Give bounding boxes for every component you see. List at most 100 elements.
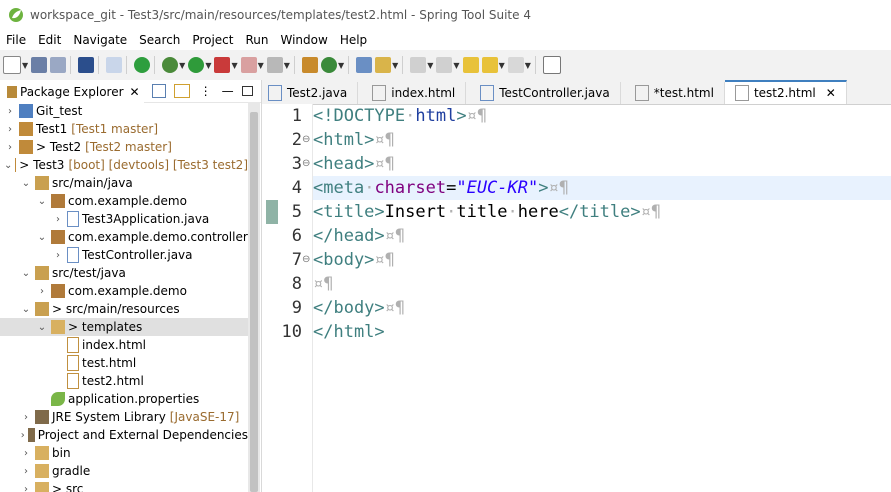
chevron-down-icon[interactable]: ⌄ [36, 322, 48, 333]
code-line-3[interactable]: <head> ¤¶ [313, 152, 891, 176]
menu-help[interactable]: Help [334, 33, 373, 47]
save-all-button[interactable] [50, 55, 67, 75]
search-button[interactable]: ▼ [375, 55, 398, 75]
close-icon[interactable]: ✕ [826, 86, 836, 100]
debug-button[interactable]: ▼ [162, 55, 185, 75]
tree-item-jre-library[interactable]: › JRE System Library [JavaSE-17] [0, 408, 248, 426]
chevron-right-icon[interactable]: › [4, 142, 16, 153]
run-external-button[interactable]: ▼ [214, 55, 238, 75]
tree-item-package[interactable]: ⌄ com.example.demo.controller [0, 228, 248, 246]
line-number: 10 [281, 322, 302, 342]
chevron-right-icon[interactable]: › [52, 250, 64, 261]
open-perspective-button[interactable] [542, 55, 561, 75]
boot-dashboard-button[interactable] [134, 55, 151, 75]
code-line-8[interactable]: ¤¶ [313, 272, 891, 296]
maximize-icon[interactable] [241, 86, 253, 96]
close-icon[interactable]: ✕ [130, 85, 140, 99]
chevron-right-icon[interactable]: › [52, 214, 64, 225]
scrollbar-thumb[interactable] [250, 112, 258, 492]
menu-search[interactable]: Search [133, 33, 186, 47]
code-line-9[interactable]: </body> ¤¶ [313, 296, 891, 320]
chevron-right-icon[interactable]: › [20, 484, 32, 492]
menu-run[interactable]: Run [239, 33, 274, 47]
chevron-right-icon[interactable]: › [4, 124, 16, 135]
new-java-project-button[interactable] [301, 55, 318, 75]
collapse-all-icon[interactable] [151, 84, 166, 98]
code-line-5[interactable]: <title> Insert · title · here </title> ¤¶ [313, 200, 891, 224]
stop-button[interactable]: ▼ [240, 55, 264, 75]
tree-item-src-main-resources[interactable]: ⌄ > src/main/resources [0, 300, 248, 318]
chevron-down-icon[interactable]: ⌄ [4, 160, 12, 171]
minimize-icon[interactable]: — [222, 84, 234, 98]
tree-item-src-test-java[interactable]: ⌄ src/test/java [0, 264, 248, 282]
new-class-button[interactable]: ▼ [320, 55, 344, 75]
chevron-right-icon[interactable]: › [20, 430, 25, 441]
back-button[interactable]: ▼ [481, 55, 505, 75]
chevron-down-icon[interactable]: ⌄ [36, 232, 48, 243]
tree-item-java-file[interactable]: › TestController.java [0, 246, 248, 264]
code-line-7[interactable]: <body> ¤¶ [313, 248, 891, 272]
tree-item-bin[interactable]: › bin [0, 444, 248, 462]
view-menu-icon[interactable]: ⋮ [200, 84, 212, 98]
tree-item-test3[interactable]: ⌄ > Test3 [boot] [devtools] [Test3 test2… [0, 156, 248, 174]
tree-item-html-file[interactable]: test.html [0, 354, 248, 372]
tree-item-dependencies[interactable]: › Project and External Dependencies [0, 426, 248, 444]
save-button[interactable] [31, 55, 48, 75]
menu-project[interactable]: Project [186, 33, 239, 47]
tab-test-html[interactable]: *test.html [621, 82, 725, 104]
last-edit-button[interactable] [462, 55, 479, 75]
tree-item-package[interactable]: › com.example.demo [0, 282, 248, 300]
tab-testcontroller-java[interactable]: TestController.java [466, 82, 621, 104]
forward-button[interactable]: ▼ [507, 55, 531, 75]
run-button[interactable]: ▼ [188, 55, 211, 75]
tree-item-templates[interactable]: ⌄ > templates [0, 318, 248, 336]
tree-item-package[interactable]: ⌄ com.example.demo [0, 192, 248, 210]
code-line-6[interactable]: </head> ¤¶ [313, 224, 891, 248]
code-line-1[interactable]: <!DOCTYPE · html > ¤¶ [313, 104, 891, 128]
code-editor[interactable]: <!DOCTYPE · html > ¤¶ <html> ¤¶ <head> ¤¶ <met… [313, 104, 891, 492]
chevron-right-icon[interactable]: › [36, 286, 48, 297]
fold-collapse-icon[interactable]: ⊖ [302, 254, 310, 265]
tab-test2-html[interactable]: test2.html ✕ [724, 80, 847, 104]
tree-item-git-test[interactable]: › Git_test [0, 102, 248, 120]
pin-button[interactable] [106, 55, 123, 75]
tab-test2-java[interactable]: Test2.java [262, 82, 359, 104]
explorer-scrollbar[interactable] [248, 102, 260, 492]
tab-index-html[interactable]: index.html [358, 82, 467, 104]
link-editor-icon[interactable] [173, 84, 190, 98]
terminal-button[interactable] [78, 55, 95, 75]
tree-item-properties-file[interactable]: application.properties [0, 390, 248, 408]
fold-collapse-icon[interactable]: ⊖ [302, 134, 310, 145]
chevron-right-icon[interactable]: › [20, 466, 32, 477]
menu-window[interactable]: Window [274, 33, 333, 47]
code-line-4[interactable]: <meta · charset = "EUC-KR" > ¤¶ [313, 176, 891, 200]
prev-annotation-button[interactable]: ▼ [436, 55, 460, 75]
tree-item-src-main-java[interactable]: ⌄ src/main/java [0, 174, 248, 192]
tree-item-html-file[interactable]: test2.html [0, 372, 248, 390]
tree-item-src[interactable]: › > src [0, 480, 248, 492]
chevron-down-icon[interactable]: ⌄ [36, 196, 48, 207]
menu-navigate[interactable]: Navigate [67, 33, 133, 47]
tree-item-java-file[interactable]: › Test3Application.java [0, 210, 248, 228]
menu-file[interactable]: File [0, 33, 32, 47]
tab-package-explorer[interactable]: Package Explorer ✕ [0, 80, 144, 103]
chevron-down-icon[interactable]: ⌄ [20, 304, 32, 315]
tree-item-html-file[interactable]: index.html [0, 336, 248, 354]
open-type-button[interactable] [356, 55, 373, 75]
code-line-2[interactable]: <html> ¤¶ [313, 128, 891, 152]
chevron-right-icon[interactable]: › [20, 448, 32, 459]
chevron-down-icon[interactable]: ⌄ [20, 268, 32, 279]
tree-item-gradle[interactable]: › gradle [0, 462, 248, 480]
menu-edit[interactable]: Edit [32, 33, 67, 47]
chevron-right-icon[interactable]: › [20, 412, 32, 423]
chevron-down-icon[interactable]: ⌄ [20, 178, 32, 189]
tree-item-test1[interactable]: › Test1 [Test1 master] [0, 120, 248, 138]
disconnect-button[interactable]: ▼ [266, 55, 290, 75]
fold-collapse-icon[interactable]: ⊖ [302, 158, 310, 169]
tree-item-test2[interactable]: › > Test2 [Test2 master] [0, 138, 248, 156]
code-line-10[interactable]: </html> [313, 320, 891, 344]
chevron-right-icon[interactable]: › [4, 106, 16, 117]
html-file-icon [634, 85, 649, 101]
next-annotation-button[interactable]: ▼ [410, 55, 433, 75]
new-button[interactable]: ▼ [3, 55, 28, 75]
